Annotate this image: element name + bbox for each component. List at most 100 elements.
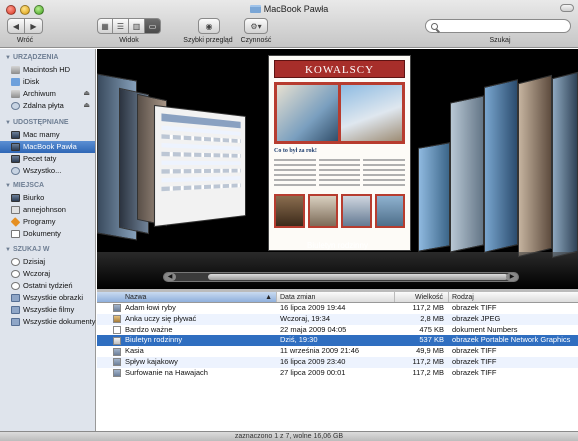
sidebar-item-pecet-taty[interactable]: Pecet taty	[0, 153, 95, 165]
sheet-row	[161, 168, 241, 174]
file-kind: obrazek Portable Network Graphics	[452, 335, 571, 345]
column-header-date[interactable]: Data zmian	[277, 292, 395, 302]
action-button[interactable]: ⚙▾	[244, 18, 268, 34]
smart-folder-icon	[11, 306, 20, 314]
action-label: Czynność	[240, 37, 272, 44]
icon-view-button[interactable]: ▦	[97, 18, 113, 34]
sidebar-item-biurko[interactable]: Biurko	[0, 192, 95, 204]
quicklook-button[interactable]: ◉	[198, 18, 220, 34]
table-row[interactable]: Kasia 11 września 2009 21:46 49,9 MB obr…	[97, 346, 578, 357]
eject-icon[interactable]: ⏏	[83, 100, 90, 112]
file-name: Kasia	[125, 346, 144, 356]
newsletter-photos	[274, 82, 405, 144]
sidebar-item-wszystkie-obrazki[interactable]: Wszystkie obrazki	[0, 292, 95, 304]
sidebar-item-zdalna-plyta[interactable]: Zdalna płyta ⏏	[0, 100, 95, 112]
file-size: 2,8 MB	[420, 313, 444, 323]
column-header-size[interactable]: Wielkość	[395, 292, 449, 302]
coverflow-reflection	[97, 252, 578, 289]
file-date: 16 lipca 2009 23:40	[280, 356, 346, 366]
status-bar: zaznaczono 1 z 7, wolne 16,06 GB	[0, 431, 578, 441]
coverflow-view-button[interactable]: ▭	[145, 18, 161, 34]
sidebar-section-shared[interactable]: ▼ UDOSTĘPNIANE	[0, 117, 95, 129]
numbers-file-icon	[113, 325, 121, 334]
sidebar-item-home[interactable]: annejohnson	[0, 204, 95, 216]
table-row[interactable]: Surfowanie na Hawajach 27 lipca 2009 00:…	[97, 368, 578, 379]
cover-thumbnail[interactable]	[450, 95, 484, 253]
forward-button[interactable]: ▶	[25, 18, 43, 34]
disclosure-triangle-icon: ▼	[5, 183, 11, 189]
eye-icon: ◉	[205, 21, 213, 31]
table-row[interactable]: Spływ kajakowy 16 lipca 2009 23:40 117,2…	[97, 356, 578, 368]
column-header-name[interactable]: Nazwa ▲	[97, 292, 277, 302]
table-row[interactable]: Anka uczy się pływać Wczoraj, 19:34 2,8 …	[97, 313, 578, 325]
sidebar-item-macintosh-hd[interactable]: Macintosh HD	[0, 64, 95, 76]
family-photo	[341, 85, 402, 141]
external-disk-icon	[11, 90, 20, 98]
file-date: Dziś, 19:30	[280, 335, 318, 345]
idisk-icon	[11, 78, 20, 86]
sidebar-item-idisk[interactable]: iDisk	[0, 76, 95, 88]
file-kind: obrazek TIFF	[452, 367, 497, 377]
table-row[interactable]: Adam łowi ryby 16 lipca 2009 19:44 117,2…	[97, 303, 578, 314]
file-date: 22 maja 2009 04:05	[280, 324, 347, 334]
file-date: Wczoraj, 19:34	[280, 313, 331, 323]
column-header-kind[interactable]: Rodzaj	[449, 292, 578, 302]
clock-icon	[11, 270, 20, 278]
sidebar-section-search-for[interactable]: ▼ SZUKAJ W	[0, 244, 95, 256]
cover-selected-newsletter[interactable]: KOWALSCY Co to był za rok!	[268, 55, 411, 251]
sidebar-item-archiwum[interactable]: Archiwum ⏏	[0, 88, 95, 100]
sidebar-item-mac-mamy[interactable]: Mac mamy	[0, 129, 95, 141]
scroll-left-arrow-icon[interactable]: ◀	[164, 273, 176, 281]
file-name: Adam łowi ryby	[125, 303, 176, 312]
sheet-row	[161, 176, 241, 183]
table-row[interactable]: Bardzo ważne 22 maja 2009 04:05 475 KB d…	[97, 325, 578, 336]
sidebar-item-dzisiaj[interactable]: Dzisiaj	[0, 256, 95, 268]
sidebar-section-devices[interactable]: ▼ URZĄDZENIA	[0, 52, 95, 64]
sidebar-item-wszystkie-filmy[interactable]: Wszystkie filmy	[0, 304, 95, 316]
column-view-button[interactable]: ▥	[129, 18, 145, 34]
action-group: ⚙▾	[244, 18, 268, 34]
search-field[interactable]	[425, 19, 571, 33]
smart-folder-icon	[11, 294, 20, 302]
file-kind: obrazek TIFF	[452, 303, 497, 312]
cover-thumbnail[interactable]	[418, 142, 450, 252]
scroll-right-arrow-icon[interactable]: ▶	[506, 273, 518, 281]
hard-disk-icon	[11, 66, 20, 74]
sidebar: ▼ URZĄDZENIA Macintosh HD iDisk Archiwum ⏏…	[0, 49, 96, 431]
sidebar-item-dokumenty[interactable]: Dokumenty	[0, 228, 95, 240]
sidebar-item-wczoraj[interactable]: Wczoraj	[0, 268, 95, 280]
tiff-file-icon	[113, 347, 121, 356]
quicklook-group: ◉	[198, 18, 220, 34]
sidebar-item-wszystko[interactable]: Wszystko...	[0, 165, 95, 177]
newsletter-subtitle: Co to był za rok!	[274, 148, 317, 154]
home-icon	[11, 206, 20, 214]
toolbar-toggle-button[interactable]	[560, 4, 574, 12]
list-view-button[interactable]: ☰	[113, 18, 129, 34]
table-row-selected[interactable]: Biuletyn rodzinny Dziś, 19:30 537 KB obr…	[97, 335, 578, 347]
coverflow-view[interactable]: KOWALSCY Co to był za rok! Biuletyn rodz…	[97, 49, 578, 289]
sheet-row	[161, 142, 241, 151]
list-rows: Adam łowi ryby 16 lipca 2009 19:44 117,2…	[97, 303, 578, 379]
back-button[interactable]: ◀	[7, 18, 25, 34]
coverflow-scroll-thumb[interactable]	[208, 274, 508, 280]
list-header: Nazwa ▲ Data zmian Wielkość Rodzaj	[97, 292, 578, 303]
view-label: Widok	[119, 37, 139, 44]
view-mode-group: ▦ ☰ ▥ ▭	[97, 18, 161, 34]
window-title: MacBook Pawła	[0, 4, 578, 14]
sidebar-item-wszystkie-dokumenty[interactable]: Wszystkie dokumenty	[0, 316, 96, 328]
sidebar-item-ostatni-tydzien[interactable]: Ostatni tydzień	[0, 280, 95, 292]
cover-thumbnail-spreadsheet[interactable]	[153, 104, 246, 228]
eject-icon[interactable]: ⏏	[83, 88, 90, 100]
sort-ascending-icon: ▲	[265, 294, 272, 301]
gear-icon: ⚙▾	[250, 21, 262, 31]
cover-thumbnail[interactable]	[518, 74, 552, 258]
sidebar-item-programy[interactable]: Programy	[0, 216, 95, 228]
cover-thumbnail[interactable]	[484, 79, 518, 253]
cover-thumbnail[interactable]	[552, 71, 578, 259]
sidebar-item-macbook-pawla[interactable]: MacBook Pawła	[0, 141, 95, 153]
columns-icon: ▥	[132, 21, 141, 31]
coverflow-scrollbar[interactable]: ◀ ▶	[163, 272, 519, 282]
computer-icon	[11, 131, 20, 139]
family-photo	[307, 194, 338, 228]
sidebar-section-places[interactable]: ▼ MIEJSCA	[0, 180, 95, 192]
